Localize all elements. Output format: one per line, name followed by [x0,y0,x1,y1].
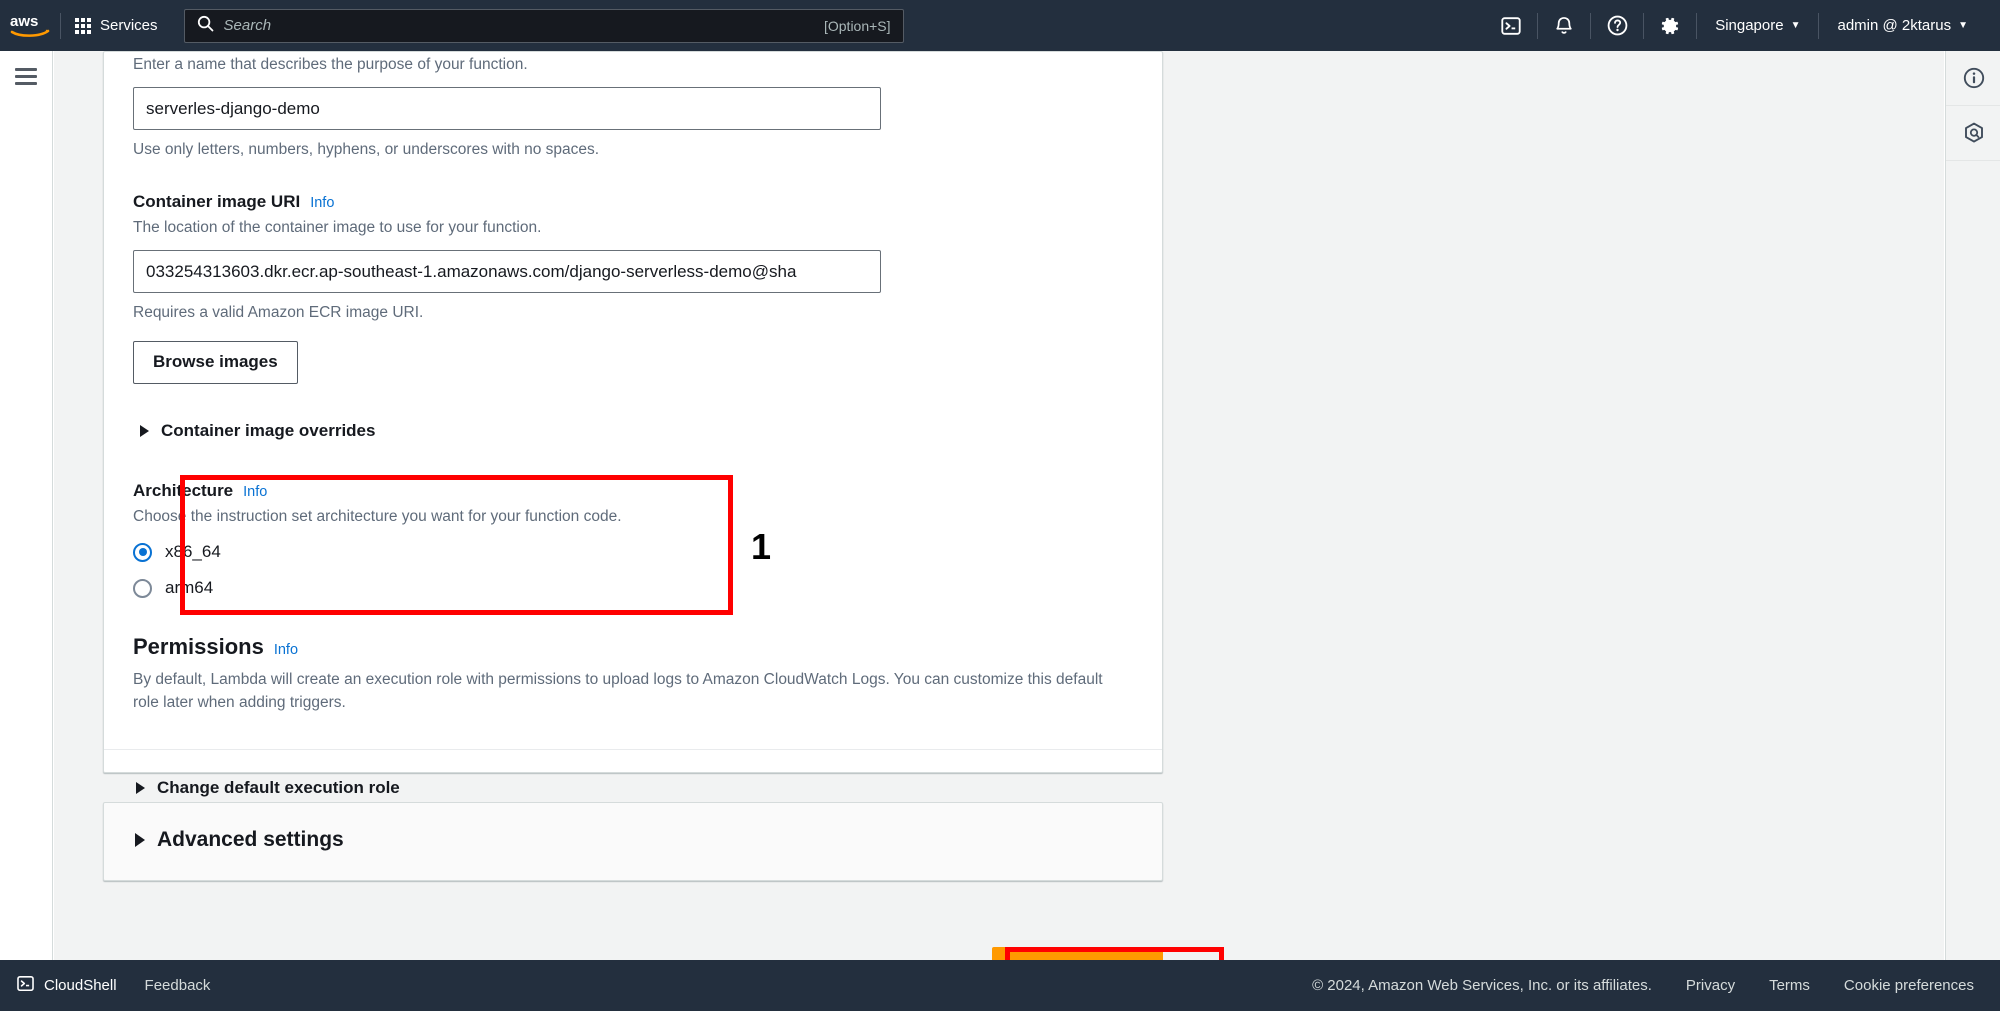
privacy-link[interactable]: Privacy [1686,977,1735,994]
chevron-down-icon: ▼ [1790,19,1801,31]
radio-selected-icon [133,542,152,562]
cloudshell-label: CloudShell [44,977,117,994]
function-name-group: Enter a name that describes the purpose … [104,52,1162,162]
architecture-option-label: arm64 [165,578,214,598]
architecture-radio-group: x86_64 arm64 [133,537,1133,603]
container-image-uri-input[interactable] [133,250,881,294]
account-menu[interactable]: admin @ 2ktarus ▼ [1819,0,1986,51]
app-root: aws Services [Option+S] [0,0,2000,1011]
function-name-hint-below: Use only letters, numbers, hyphens, or u… [133,141,600,159]
basic-information-card: Enter a name that describes the purpose … [103,51,1163,797]
hexagon-tools-icon[interactable] [1946,106,2000,161]
search-input[interactable] [223,17,824,34]
chevron-right-icon [136,782,145,795]
info-circle-icon[interactable] [1946,51,2000,106]
function-name-hint-above: Enter a name that describes the purpose … [133,56,528,73]
change-execution-role-expander[interactable]: Change default execution role [104,750,1162,798]
architecture-label-row: Architecture Info [133,481,1133,501]
permissions-info-link[interactable]: Info [274,642,298,658]
account-label: admin @ 2ktarus [1837,17,1952,34]
copyright-text: © 2024, Amazon Web Services, Inc. or its… [1312,977,1652,994]
architecture-description: Choose the instruction set architecture … [133,507,622,525]
annotation-number-1: 1 [751,526,772,567]
right-tools-rail [1945,51,2000,960]
form-actions: Cancel Create function [103,947,1163,960]
advanced-settings-expander[interactable]: Advanced settings [104,803,1162,852]
permissions-title: Permissions [133,634,264,660]
permissions-description: By default, Lambda will create an execut… [133,671,1103,711]
architecture-option-arm64[interactable]: arm64 [133,573,1133,603]
region-selector[interactable]: Singapore ▼ [1697,0,1818,51]
container-image-uri-label-row: Container image URI Info [133,192,1133,212]
architecture-option-x86-64[interactable]: x86_64 [133,537,1133,567]
svg-text:aws: aws [10,13,38,30]
region-label: Singapore [1715,17,1784,34]
container-image-overrides-label: Container image overrides [161,420,376,440]
radio-unselected-icon [133,578,152,598]
top-nav-right-group: Singapore ▼ admin @ 2ktarus ▼ [1485,0,2000,51]
hamburger-menu-icon[interactable] [15,68,37,85]
create-function-button[interactable]: Create function [992,947,1163,960]
architecture-section: Architecture Info Choose the instruction… [104,441,1162,603]
cloudshell-icon [16,974,35,997]
services-menu-button[interactable]: Services [61,0,172,51]
chevron-right-icon [140,424,149,437]
container-image-uri-constraint: Requires a valid Amazon ECR image URI. [133,304,424,322]
gear-icon[interactable] [1644,0,1696,51]
cloudshell-button[interactable]: CloudShell [16,974,117,997]
container-image-uri-info-link[interactable]: Info [310,195,334,211]
advanced-settings-label: Advanced settings [157,828,344,851]
permissions-section: Permissions Info By default, Lambda will… [104,603,1162,714]
grid-icon [75,17,91,34]
services-label: Services [100,17,158,34]
container-image-uri-group: Container image URI Info The location of… [104,162,1162,384]
left-navigation-rail [0,51,53,960]
container-image-uri-label: Container image URI [133,191,301,211]
search-icon [197,15,214,37]
main-content-canvas: Enter a name that describes the purpose … [54,51,1944,960]
footer-left-group: CloudShell Feedback [0,974,210,997]
permissions-title-row: Permissions Info [133,634,1133,660]
advanced-settings-card[interactable]: Advanced settings [103,802,1163,881]
browse-images-button[interactable]: Browse images [133,340,298,384]
footer-bar: CloudShell Feedback © 2024, Amazon Web S… [0,960,2000,1011]
top-navigation-bar: aws Services [Option+S] [0,0,2000,51]
container-image-uri-description: The location of the container image to u… [133,218,542,236]
container-image-overrides-expander[interactable]: Container image overrides [104,384,1162,441]
architecture-option-label: x86_64 [165,542,221,562]
terms-link[interactable]: Terms [1769,977,1810,994]
change-execution-role-label: Change default execution role [157,778,400,798]
architecture-info-link[interactable]: Info [243,484,267,500]
aws-logo[interactable]: aws [0,0,60,51]
chevron-down-icon: ▼ [1958,19,1968,31]
global-search-box[interactable]: [Option+S] [183,8,904,43]
question-circle-icon[interactable] [1591,0,1643,51]
footer-right-group: © 2024, Amazon Web Services, Inc. or its… [1312,977,2000,994]
feedback-link[interactable]: Feedback [145,977,211,994]
architecture-label: Architecture [133,480,234,500]
search-shortcut-hint: [Option+S] [823,17,891,34]
chevron-right-icon [135,833,145,847]
function-name-input[interactable] [133,87,881,131]
cloudshell-icon[interactable] [1485,0,1537,51]
cookie-preferences-link[interactable]: Cookie preferences [1844,977,1974,994]
cancel-button[interactable]: Cancel [907,947,980,960]
bell-icon[interactable] [1538,0,1590,51]
